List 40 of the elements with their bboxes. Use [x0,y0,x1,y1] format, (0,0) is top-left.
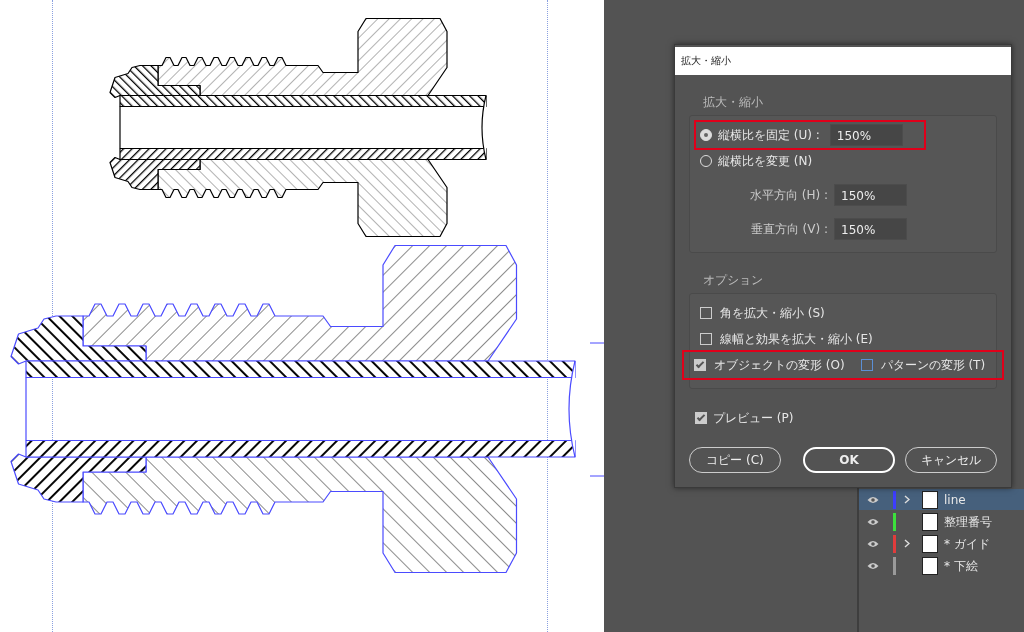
checkbox-label[interactable]: プレビュー (P) [713,409,794,427]
dialog-title: 拡大・縮小 [675,47,1011,75]
checkbox[interactable] [694,359,706,371]
layer-thumbnail [922,512,938,531]
field-label: 水平方向 (H) : [748,187,828,204]
layer-thumbnail [922,556,938,575]
layer-row[interactable]: * ガイド [859,533,1024,554]
radio-button[interactable] [700,129,712,141]
chevron-icon[interactable] [904,494,910,504]
layer-row[interactable]: line [859,489,1024,510]
checkbox[interactable] [700,333,712,345]
layer-thumbnail [922,534,938,553]
eye-icon[interactable] [867,561,879,570]
layer-row[interactable]: * 下絵 [859,555,1024,576]
checkbox[interactable] [695,412,707,424]
layer-name: * ガイド [944,535,990,553]
radio-label[interactable]: 縦横比を変更 (N) [718,152,813,170]
checkbox[interactable] [700,307,712,319]
checkbox[interactable] [860,359,873,371]
ok-button[interactable]: OK [803,447,895,473]
eye-icon[interactable] [867,517,879,526]
layer-name: * 下絵 [944,557,978,575]
checkbox-label[interactable]: 線幅と効果を拡大・縮小 (E) [720,330,873,348]
percent-field[interactable]: 150% [834,218,907,240]
percent-field[interactable]: 150% [829,124,903,146]
group-heading: オプション [703,272,764,289]
field-label: 垂直方向 (V) : [749,221,828,238]
layer-name: 整理番号 [944,513,992,531]
eye-icon[interactable] [867,539,879,548]
radio-label[interactable]: 縦横比を固定 (U) : [718,126,820,144]
checkbox-label[interactable]: パターンの変形 (T) [880,356,986,374]
percent-field[interactable]: 150% [834,184,907,206]
layer-row[interactable]: 整理番号 [859,511,1024,532]
layer-name: line [944,491,966,509]
layer-thumbnail [922,490,938,509]
eye-icon[interactable] [867,495,879,504]
chevron-icon[interactable] [904,538,910,548]
group-heading: 拡大・縮小 [703,94,764,111]
checkbox-label[interactable]: オブジェクトの変形 (O) [714,356,845,374]
checkbox-label[interactable]: 角を拡大・縮小 (S) [720,304,825,322]
